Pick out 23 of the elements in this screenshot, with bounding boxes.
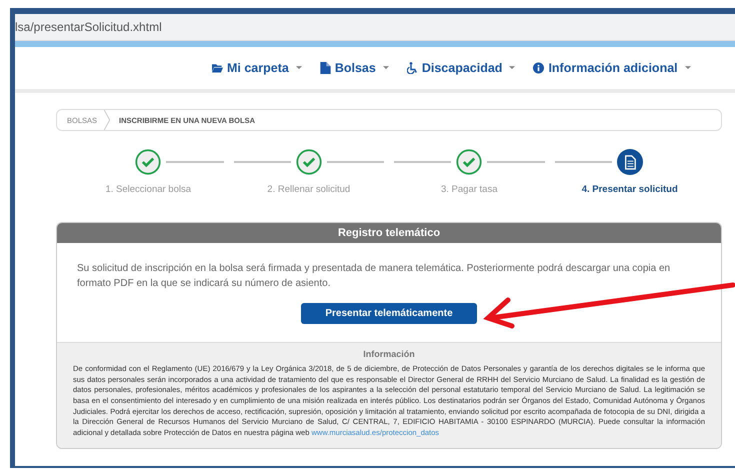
- caret-icon: [296, 66, 302, 70]
- submit-button[interactable]: Presentar telemáticamente: [301, 303, 477, 324]
- step-label: 1. Seleccionar bolsa: [105, 184, 192, 195]
- panel-title: Registro telemático: [338, 227, 440, 239]
- address-bar[interactable]: lsa/presentarSolicitud.xhtml: [15, 14, 735, 41]
- nav-menu-item[interactable]: Discapacidad: [406, 61, 516, 75]
- folder-icon: [212, 62, 223, 74]
- nav-menu-item[interactable]: Bolsas: [320, 61, 389, 75]
- caret-icon: [382, 66, 389, 70]
- caret-icon: [509, 66, 516, 70]
- url-text: lsa/presentarSolicitud.xhtml: [15, 20, 162, 34]
- document-icon: [320, 62, 331, 74]
- step-label: 2. Rellenar solicitud: [267, 184, 350, 195]
- step-label: 4. Presentar solicitud: [582, 184, 678, 195]
- caret-icon: [684, 66, 691, 70]
- wheelchair-icon: [406, 62, 418, 74]
- info-title: Información: [362, 349, 416, 359]
- message-text: Su solicitud de inscripción en la bolsa será firmada y presentada de manera telemática. Posteriormente podrá descargar una copia en formato PDF en la que se indicará su número de asiento.: [77, 262, 672, 291]
- info-icon: [533, 62, 544, 74]
- nav-menu-item[interactable]: Información adicional: [533, 61, 691, 75]
- step-label: 3. Pagar tasa: [440, 184, 498, 195]
- chevron-icon: [103, 110, 112, 130]
- nav-menu-item[interactable]: Mi carpeta: [212, 61, 302, 75]
